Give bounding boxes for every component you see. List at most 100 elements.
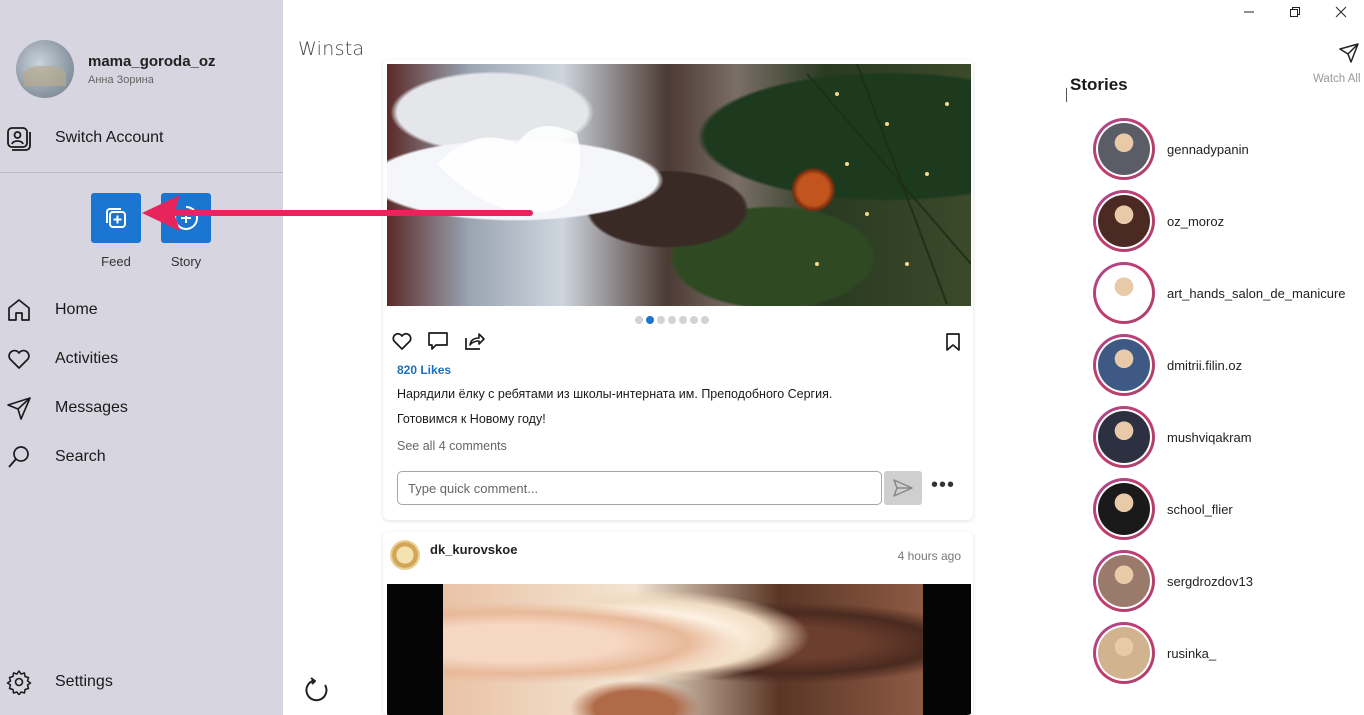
sidebar-item-home[interactable]: Home [6,296,98,324]
bookmark-icon[interactable] [944,332,962,352]
story-item[interactable]: oz_moroz [1093,190,1224,252]
story-item[interactable]: school_flier [1093,478,1233,540]
profile-username: mama_goroda_oz [88,52,216,70]
sidebar-item-label: Messages [55,399,128,416]
watch-all-link[interactable]: Watch All [1313,73,1361,85]
story-ring-inner [1096,481,1152,537]
story-ring [1093,118,1155,180]
story-item[interactable]: art_hands_salon_de_manicure [1093,262,1346,324]
story-avatar [1098,123,1150,175]
carousel-dot[interactable] [679,316,687,324]
refresh-icon[interactable] [303,676,331,704]
story-ring [1093,622,1155,684]
sidebar-item-settings[interactable]: Settings [6,668,113,696]
story-label: Story [170,254,202,269]
post-image-detail [437,64,971,305]
sidebar-item-label: Activities [55,350,119,367]
post-author-avatar[interactable] [390,540,420,570]
story-item[interactable]: rusinka_ [1093,622,1216,684]
sidebar-item-label: Settings [55,673,113,690]
add-story-icon [174,205,199,230]
story-username: rusinka_ [1167,645,1217,661]
quick-comment-input[interactable] [397,471,882,505]
switch-account-icon [7,127,31,151]
carousel-dot[interactable] [635,316,643,324]
minimize-icon [1244,11,1254,13]
story-avatar [1098,339,1150,391]
restore-button[interactable] [1272,2,1318,22]
like-heart-icon[interactable] [391,330,413,352]
paper-plane-icon[interactable] [1338,42,1360,64]
story-ring-inner [1096,625,1152,681]
carousel-indicator [635,316,709,324]
see-all-comments-link[interactable]: See all 4 comments [397,439,507,453]
story-avatar [1098,195,1150,247]
sidebar-item-search[interactable]: Search [6,443,106,471]
add-post-icon [106,208,126,228]
post-author-username[interactable]: dk_kurovskoe [430,542,517,557]
story-ring [1093,550,1155,612]
story-ring [1093,334,1155,396]
story-item[interactable]: mushviqakram [1093,406,1252,468]
post-image-content [443,584,923,715]
home-icon [8,299,30,321]
post-image[interactable] [387,584,971,715]
share-icon[interactable] [463,330,485,352]
switch-account-label: Switch Account [55,129,164,146]
story-avatar [1098,483,1150,535]
story-avatar [1098,555,1150,607]
divider [0,172,283,173]
text-cursor [1066,88,1067,102]
story-ring-inner [1096,121,1152,177]
story-avatar [1098,627,1150,679]
app-brand: Winsta [298,38,365,60]
search-icon [8,446,29,468]
send-icon [893,479,913,497]
comment-icon[interactable] [427,330,449,352]
carousel-dot[interactable] [668,316,676,324]
restore-icon [1290,7,1300,17]
carousel-dot[interactable] [701,316,709,324]
story-username: gennadypanin [1167,141,1249,157]
sidebar-item-activities[interactable]: Activities [6,345,118,373]
post-caption-line2: Готовимся к Новому году! [397,412,546,426]
story-item[interactable]: gennadypanin [1093,118,1249,180]
story-item[interactable]: sergdrozdov13 [1093,550,1253,612]
sidebar-item-label: Search [55,448,106,465]
story-ring [1093,262,1155,324]
story-username: art_hands_salon_de_manicure [1167,285,1346,301]
story-ring-inner [1096,193,1152,249]
story-ring [1093,190,1155,252]
post-timestamp: 4 hours ago [897,549,961,563]
profile[interactable]: mama_goroda_oz Анна Зорина [16,40,216,98]
minimize-button[interactable] [1226,2,1272,22]
switch-account-button[interactable]: Switch Account [6,124,164,152]
post-card: 820 Likes Нарядили ёлку с ребятами из шк… [383,60,973,520]
carousel-dot[interactable] [657,316,665,324]
sidebar-item-label: Home [55,301,98,318]
close-button[interactable] [1318,2,1364,22]
create-feed-button[interactable] [91,193,141,243]
story-ring [1093,478,1155,540]
post-caption-line1: Нарядили ёлку с ребятами из школы-интерн… [397,387,833,401]
story-ring-inner [1096,337,1152,393]
send-comment-button[interactable] [884,471,922,505]
carousel-dot[interactable] [690,316,698,324]
story-username: sergdrozdov13 [1167,573,1253,589]
story-username: dmitrii.filin.oz [1167,357,1243,373]
story-avatar [1098,267,1150,319]
story-ring [1093,406,1155,468]
more-options-button[interactable]: ••• [931,475,955,495]
post-image[interactable] [387,64,971,306]
likes-count[interactable]: 820 Likes [397,363,451,377]
story-ring-inner [1096,409,1152,465]
profile-fullname: Анна Зорина [88,73,154,86]
post-card: dk_kurovskoe 4 hours ago [383,532,973,715]
carousel-dot[interactable] [646,316,654,324]
story-item[interactable]: dmitrii.filin.oz [1093,334,1242,396]
story-username: oz_moroz [1167,213,1225,229]
create-story-button[interactable] [161,193,211,243]
send-icon [7,397,31,420]
story-ring-inner [1096,553,1152,609]
sidebar-item-messages[interactable]: Messages [6,394,128,422]
